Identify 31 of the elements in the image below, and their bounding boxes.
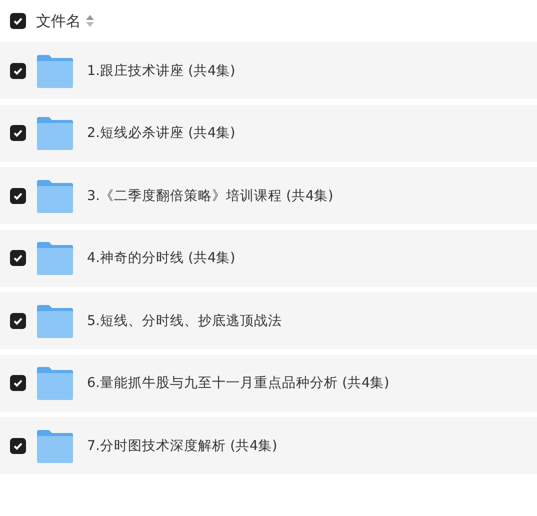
file-name[interactable]: 7.分时图技术深度解析 (共4集) — [87, 436, 278, 454]
file-row[interactable]: 2.短线必杀讲座 (共4集) — [0, 104, 537, 162]
file-row[interactable]: 5.短线、分时线、抄底逃顶战法 — [0, 292, 537, 349]
file-name[interactable]: 4.神奇的分时线 (共4集) — [87, 249, 236, 267]
checkbox[interactable] — [10, 62, 26, 78]
checkbox[interactable] — [10, 250, 26, 266]
folder-icon — [37, 428, 73, 462]
folder-icon — [37, 178, 73, 212]
file-name[interactable]: 2.短线必杀讲座 (共4集) — [87, 124, 236, 142]
sort-icon[interactable] — [86, 15, 94, 27]
file-row[interactable]: 7.分时图技术深度解析 (共4集) — [0, 417, 537, 474]
folder-icon — [37, 54, 73, 88]
file-row[interactable]: 4.神奇的分时线 (共4集) — [0, 230, 537, 286]
checkbox[interactable] — [10, 125, 26, 141]
folder-icon — [37, 116, 73, 150]
folder-icon — [37, 304, 73, 338]
folder-icon — [37, 241, 73, 275]
file-row[interactable]: 1.跟庄技术讲座 (共4集) — [0, 42, 537, 99]
checkbox[interactable] — [10, 188, 26, 204]
checkbox[interactable] — [10, 312, 26, 328]
file-row[interactable]: 6.量能抓牛股与九至十一月重点品种分析 (共4集) — [0, 354, 537, 412]
file-row[interactable]: 3.《二季度翻倍策略》培训课程 (共4集) — [0, 167, 537, 224]
file-name[interactable]: 1.跟庄技术讲座 (共4集) — [87, 62, 236, 80]
folder-icon — [37, 366, 73, 400]
checkbox[interactable] — [10, 13, 26, 29]
column-header[interactable]: 文件名 — [36, 12, 81, 30]
file-name[interactable]: 6.量能抓牛股与九至十一月重点品种分析 (共4集) — [87, 374, 390, 392]
file-name[interactable]: 3.《二季度翻倍策略》培训课程 (共4集) — [87, 186, 334, 204]
file-name[interactable]: 5.短线、分时线、抄底逃顶战法 — [87, 312, 282, 330]
checkbox[interactable] — [10, 375, 26, 391]
checkbox[interactable] — [10, 438, 26, 454]
